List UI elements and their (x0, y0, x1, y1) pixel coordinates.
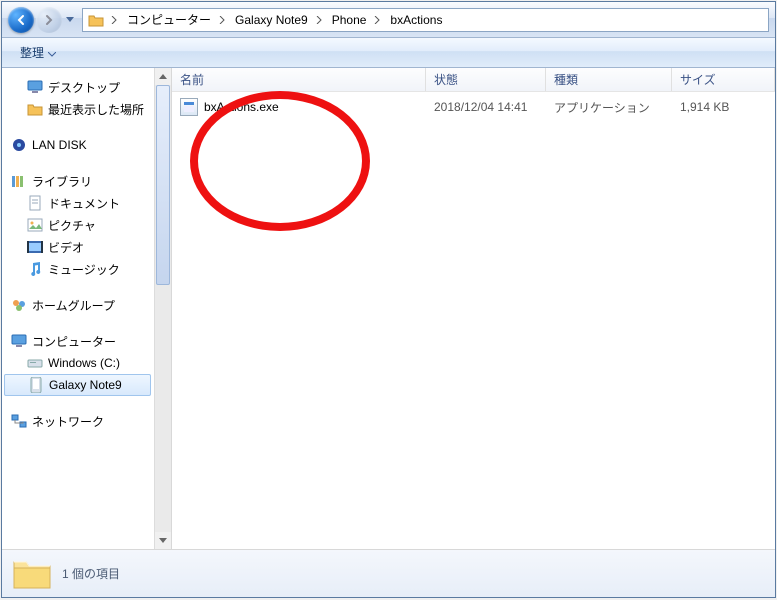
network-icon (10, 412, 28, 430)
file-rows: bxActions.exe 2018/12/04 14:41 アプリケーション … (172, 92, 775, 549)
chevron-right-icon[interactable] (312, 16, 326, 24)
breadcrumb-folder[interactable]: bxActions (384, 9, 446, 31)
breadcrumb-computer[interactable]: コンピューター (121, 9, 215, 31)
organize-button[interactable]: 整理 (10, 40, 66, 65)
status-text: 1 個の項目 (62, 565, 120, 582)
column-size[interactable]: サイズ (672, 68, 775, 91)
chevron-down-icon (48, 46, 56, 60)
column-headers: 名前 状態 種類 サイズ (172, 68, 775, 92)
column-date[interactable]: 状態 (426, 68, 546, 91)
sidebar-item-videos[interactable]: ビデオ (2, 236, 153, 258)
sidebar-item-phone[interactable]: Galaxy Note9 (4, 374, 151, 396)
table-row[interactable]: bxActions.exe 2018/12/04 14:41 アプリケーション … (172, 96, 775, 118)
computer-icon (10, 332, 28, 350)
sidebar-item-music[interactable]: ミュージック (2, 258, 153, 280)
disk-icon (10, 136, 28, 154)
document-icon (26, 194, 44, 212)
library-icon (10, 172, 28, 190)
sidebar-item-computer[interactable]: コンピューター (2, 330, 153, 352)
desktop-icon (26, 78, 44, 96)
phone-icon (27, 376, 45, 394)
explorer-window: コンピューター Galaxy Note9 Phone bxActions 整理 … (1, 1, 776, 598)
chevron-right-icon[interactable] (107, 16, 121, 24)
toolbar: 整理 (2, 38, 775, 68)
music-icon (26, 260, 44, 278)
homegroup-icon (10, 296, 28, 314)
tree: デスクトップ 最近表示した場所 LAN DISK ライブラリ ドキュメント ピク… (2, 76, 171, 432)
folder-icon (12, 554, 52, 594)
breadcrumb-device[interactable]: Galaxy Note9 (229, 9, 312, 31)
scroll-thumb[interactable] (156, 85, 170, 285)
forward-button[interactable] (36, 7, 62, 33)
scroll-down-icon[interactable] (155, 532, 171, 549)
sidebar-item-recent[interactable]: 最近表示した場所 (2, 98, 153, 120)
sidebar-item-desktop[interactable]: デスクトップ (2, 76, 153, 98)
status-bar: 1 個の項目 (2, 549, 775, 597)
back-button[interactable] (8, 7, 34, 33)
body: デスクトップ 最近表示した場所 LAN DISK ライブラリ ドキュメント ピク… (2, 68, 775, 549)
chevron-right-icon[interactable] (370, 16, 384, 24)
sidebar-scrollbar[interactable] (154, 68, 171, 549)
column-name[interactable]: 名前 (172, 68, 426, 91)
drive-icon (26, 354, 44, 372)
video-icon (26, 238, 44, 256)
breadcrumb-phone[interactable]: Phone (326, 9, 371, 31)
sidebar-item-pictures[interactable]: ピクチャ (2, 214, 153, 236)
sidebar-item-network[interactable]: ネットワーク (2, 410, 153, 432)
scroll-up-icon[interactable] (155, 68, 171, 85)
folder-icon (87, 11, 105, 29)
exe-icon (180, 98, 198, 116)
column-type[interactable]: 種類 (546, 68, 672, 91)
file-date: 2018/12/04 14:41 (426, 100, 546, 114)
organize-label: 整理 (20, 44, 44, 61)
sidebar-item-homegroup[interactable]: ホームグループ (2, 294, 153, 316)
nav-pane: デスクトップ 最近表示した場所 LAN DISK ライブラリ ドキュメント ピク… (2, 68, 172, 549)
sidebar-item-landisk[interactable]: LAN DISK (2, 134, 153, 156)
nav-history-dropdown[interactable] (64, 17, 76, 23)
file-list: 名前 状態 種類 サイズ bxActions.exe 2018/12/04 14… (172, 68, 775, 549)
chevron-right-icon[interactable] (215, 16, 229, 24)
nav-bar: コンピューター Galaxy Note9 Phone bxActions (2, 2, 775, 38)
sidebar-item-documents[interactable]: ドキュメント (2, 192, 153, 214)
sidebar-item-libraries[interactable]: ライブラリ (2, 170, 153, 192)
picture-icon (26, 216, 44, 234)
address-bar[interactable]: コンピューター Galaxy Note9 Phone bxActions (82, 8, 769, 32)
file-type: アプリケーション (546, 99, 672, 116)
recent-icon (26, 100, 44, 118)
sidebar-item-cdrive[interactable]: Windows (C:) (2, 352, 153, 374)
file-size: 1,914 KB (672, 100, 775, 114)
file-name: bxActions.exe (204, 100, 279, 114)
